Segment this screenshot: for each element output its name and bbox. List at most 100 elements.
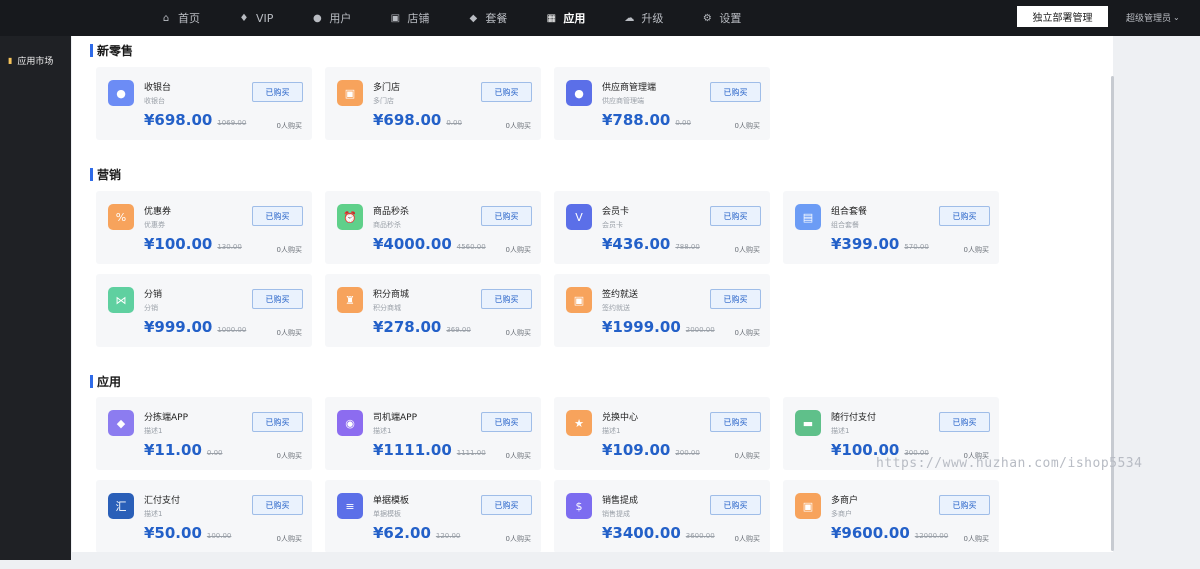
purchased-button[interactable]: 已购买 [252, 82, 303, 102]
purchased-button[interactable]: 已购买 [710, 82, 761, 102]
buyer-count: 0人购买 [276, 122, 302, 130]
sidebar-item-app-market[interactable]: ▮ 应用市场 [0, 52, 71, 68]
purchased-button[interactable]: 已购买 [710, 289, 761, 309]
app-name: 会员卡 [602, 207, 630, 217]
app-description: 签约就送 [602, 304, 630, 312]
driver-app-icon: ◉ [337, 410, 363, 436]
multi-merchant-icon: ▣ [795, 493, 821, 519]
app-card[interactable]: ★ 兑换中心 描述1 ¥109.00 200.00 已购买 0人购买 [554, 397, 770, 470]
points-mall-icon: ♜ [337, 287, 363, 313]
purchased-button[interactable]: 已购买 [939, 412, 990, 432]
purchased-button[interactable]: 已购买 [252, 206, 303, 226]
nav-item-6[interactable]: ☁ 升级 [623, 0, 663, 36]
nav-item-label: VIP [256, 11, 274, 25]
app-card[interactable]: ⏰ 商品秒杀 商品秒杀 ¥4000.00 4560.00 已购买 0人购买 [325, 191, 541, 264]
purchased-button[interactable]: 已购买 [481, 412, 532, 432]
right-gutter [1114, 36, 1200, 569]
purchased-button[interactable]: 已购买 [481, 206, 532, 226]
app-card[interactable]: $ 销售提成 销售提成 ¥3400.00 3600.00 已购买 0人购买 [554, 480, 770, 552]
purchased-button[interactable]: 已购买 [481, 495, 532, 515]
nav-item-5[interactable]: ▦ 应用 [545, 0, 586, 36]
app-price-wrap: ¥4000.00 4560.00 [373, 235, 486, 253]
app-card[interactable]: ⋈ 分销 分销 ¥999.00 1000.00 已购买 0人购买 [96, 274, 312, 347]
app-card[interactable]: ● 供应商管理端 供应商管理端 ¥788.00 0.00 已购买 0人购买 [554, 67, 770, 140]
purchased-button[interactable]: 已购买 [939, 206, 990, 226]
app-price-wrap: ¥62.00 120.00 [373, 524, 460, 542]
app-description: 组合套餐 [831, 221, 859, 229]
app-name: 分拣端APP [144, 413, 189, 423]
app-description: 会员卡 [602, 221, 623, 229]
app-description: 单据模板 [373, 510, 401, 518]
buyer-count: 0人购买 [276, 329, 302, 337]
nav-item-4[interactable]: ◆ 套餐 [467, 0, 508, 36]
app-card[interactable]: ♜ 积分商城 积分商城 ¥278.00 369.00 已购买 0人购买 [325, 274, 541, 347]
app-card[interactable]: ◉ 司机端APP 描述1 ¥1111.00 1111.00 已购买 0人购买 [325, 397, 541, 470]
nav-item-7[interactable]: ⚙ 设置 [701, 0, 741, 36]
app-name: 组合套餐 [831, 207, 868, 217]
app-original-price: 200.00 [675, 449, 700, 457]
nav-item-label: 用户 [329, 12, 352, 25]
exchange-icon: ★ [566, 410, 592, 436]
package-icon: ◆ [469, 12, 478, 24]
nav-item-2[interactable]: ● 用户 [311, 0, 351, 36]
app-price-wrap: ¥698.00 1069.00 [144, 111, 246, 129]
app-card[interactable]: V 会员卡 会员卡 ¥436.00 788.00 已购买 0人购买 [554, 191, 770, 264]
app-name: 多门店 [373, 83, 401, 93]
purchased-button[interactable]: 已购买 [939, 495, 990, 515]
nav-item-label: 首页 [178, 12, 200, 25]
app-card[interactable]: ▤ 组合套餐 组合套餐 ¥399.00 570.00 已购买 0人购买 [783, 191, 999, 264]
app-card[interactable]: ▣ 多商户 多商户 ¥9600.00 12000.00 已购买 0人购买 [783, 480, 999, 552]
nav-item-0[interactable]: ⌂ 首页 [160, 0, 200, 36]
app-card[interactable]: % 优惠券 优惠券 ¥100.00 130.00 已购买 0人购买 [96, 191, 312, 264]
app-price: ¥109.00 [602, 441, 671, 459]
huifu-pay-icon: 汇 [108, 493, 134, 519]
buyer-count: 0人购买 [505, 122, 531, 130]
buyer-count: 0人购买 [276, 535, 302, 543]
purchased-button[interactable]: 已购买 [252, 495, 303, 515]
supplier-icon: ● [566, 80, 592, 106]
app-name: 收银台 [144, 83, 172, 93]
purchased-button[interactable]: 已购买 [481, 289, 532, 309]
app-price: ¥4000.00 [373, 235, 452, 253]
purchased-button[interactable]: 已购买 [252, 289, 303, 309]
standalone-deploy-button[interactable]: 独立部署管理 [1017, 6, 1108, 27]
section-title-label: 应用 [97, 375, 122, 389]
app-name: 签约就送 [602, 290, 639, 300]
app-price: ¥1111.00 [373, 441, 452, 459]
chevron-down-icon: ⌄ [1173, 13, 1180, 22]
purchased-button[interactable]: 已购买 [481, 82, 532, 102]
app-description: 优惠券 [144, 221, 165, 229]
nav-item-label: 店铺 [407, 12, 430, 25]
admin-menu[interactable]: 超级管理员 ⌄ [1126, 11, 1180, 24]
app-price-wrap: ¥999.00 1000.00 [144, 318, 246, 336]
app-card[interactable]: ▣ 多门店 多门店 ¥698.00 0.00 已购买 0人购买 [325, 67, 541, 140]
purchased-button[interactable]: 已购买 [710, 206, 761, 226]
app-card[interactable]: ▣ 签约就送 签约就送 ¥1999.00 2000.00 已购买 0人购买 [554, 274, 770, 347]
multi-store-icon: ▣ [337, 80, 363, 106]
nav-item-label: 套餐 [485, 12, 508, 25]
purchased-button[interactable]: 已购买 [710, 412, 761, 432]
nav-item-1[interactable]: ♦ VIP [238, 0, 274, 36]
buyer-count: 0人购买 [276, 246, 302, 254]
app-original-price: 120.00 [435, 532, 461, 540]
app-price-wrap: ¥50.00 100.00 [144, 524, 231, 542]
app-market-content: 新零售 ● 收银台 收银台 ¥698.00 1069.00 已购买 0人购买 ▣ 多门店 多门店 ¥6… [72, 36, 1113, 552]
app-original-price: 3600.00 [685, 532, 715, 540]
app-card[interactable]: 汇汇付支付 描述1 ¥50.00 100.00 已购买 0人购买 [96, 480, 312, 552]
nav-item-3[interactable]: ▣ 店铺 [389, 0, 430, 36]
section-accent-bar [90, 168, 93, 181]
purchased-button[interactable]: 已购买 [252, 412, 303, 432]
app-card[interactable]: ● 收银台 收银台 ¥698.00 1069.00 已购买 0人购买 [96, 67, 312, 140]
app-price-wrap: ¥1999.00 2000.00 [602, 318, 715, 336]
app-original-price: 2000.00 [685, 326, 715, 334]
section-accent-bar [90, 44, 93, 57]
nav-item-label: 设置 [719, 12, 742, 25]
app-card[interactable]: ≡ 单据模板 单据模板 ¥62.00 120.00 已购买 0人购买 [325, 480, 541, 552]
app-price: ¥50.00 [144, 524, 202, 542]
app-original-price: 130.00 [217, 243, 242, 251]
purchased-button[interactable]: 已购买 [710, 495, 761, 515]
app-name: 多商户 [831, 496, 859, 506]
app-market-icon: ▮ [8, 55, 13, 65]
cashier-icon: ● [108, 80, 134, 106]
app-card[interactable]: ◆ 分拣端APP 描述1 ¥11.00 0.00 已购买 0人购买 [96, 397, 312, 470]
